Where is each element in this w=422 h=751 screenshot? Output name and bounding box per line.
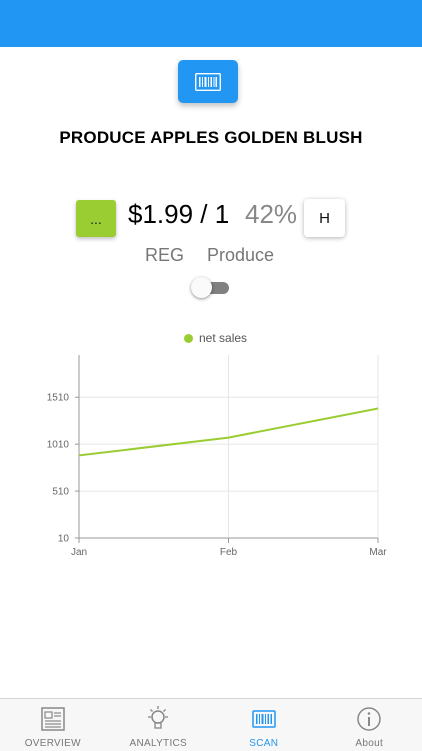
scan-barcode-button[interactable] bbox=[178, 60, 238, 103]
price-type-label: REG bbox=[145, 245, 184, 266]
tab-about-label: About bbox=[317, 738, 422, 749]
chart-axes bbox=[75, 355, 378, 543]
more-options-button[interactable]: ... bbox=[76, 200, 116, 237]
newspaper-icon bbox=[39, 705, 67, 733]
x-tick-label: Jan bbox=[71, 547, 87, 558]
barcode-icon bbox=[250, 705, 278, 733]
y-tick-label: 1010 bbox=[47, 440, 70, 451]
barcode-icon bbox=[195, 73, 221, 91]
price-label: $1.99 / 1 bbox=[128, 199, 229, 230]
tab-analytics[interactable]: ANALYTICS bbox=[106, 699, 212, 751]
product-title: PRODUCE APPLES GOLDEN BLUSH bbox=[0, 128, 422, 148]
tab-analytics-label: ANALYTICS bbox=[106, 738, 212, 749]
y-tick-label: 1510 bbox=[47, 393, 70, 404]
info-icon bbox=[355, 705, 383, 733]
lightbulb-icon bbox=[144, 705, 172, 733]
x-tick-label: Mar bbox=[369, 547, 387, 558]
tab-overview[interactable]: OVERVIEW bbox=[0, 699, 106, 751]
bottom-tab-bar: OVERVIEW ANALYTICS SCAN bbox=[0, 698, 422, 751]
toggle-switch[interactable] bbox=[191, 279, 229, 297]
tab-scan[interactable]: SCAN bbox=[211, 699, 317, 751]
y-tick-label: 10 bbox=[58, 534, 70, 545]
top-app-bar bbox=[0, 0, 422, 47]
department-label: Produce bbox=[207, 245, 274, 266]
y-tick-label: 510 bbox=[52, 487, 69, 498]
tab-overview-label: OVERVIEW bbox=[0, 738, 106, 749]
net-sales-chart: 10 510 1010 1510 Jan Feb Mar bbox=[0, 340, 422, 570]
margin-percent: 42% bbox=[245, 199, 297, 230]
chart-grid bbox=[79, 355, 378, 538]
h-button[interactable]: H bbox=[304, 199, 345, 237]
tab-scan-label: SCAN bbox=[211, 738, 317, 749]
tab-about[interactable]: About bbox=[317, 699, 422, 751]
toggle-knob bbox=[191, 277, 212, 298]
x-tick-label: Feb bbox=[220, 547, 238, 558]
